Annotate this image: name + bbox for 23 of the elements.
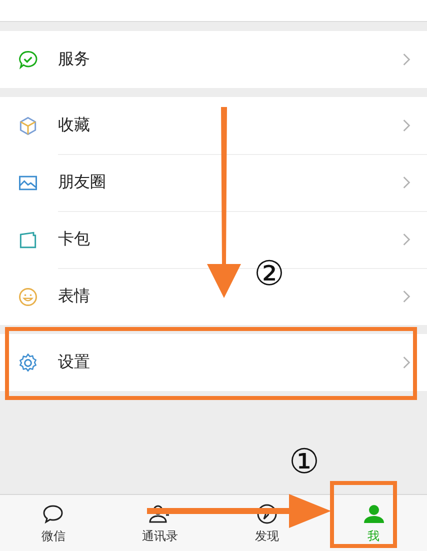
smiley-icon: [17, 286, 39, 308]
menu-item[interactable]: 设置: [0, 334, 427, 391]
speech-check-icon: [17, 48, 39, 70]
chevron-icon: [402, 118, 411, 133]
step-number: ②: [254, 257, 284, 291]
menu-item-label: 设置: [58, 352, 91, 373]
chevron-icon: [402, 52, 411, 67]
menu-item[interactable]: 收藏: [0, 97, 427, 154]
cube-icon: [17, 114, 39, 136]
chevron-icon: [402, 232, 411, 247]
menu-item-label: 服务: [58, 49, 91, 70]
gear-icon: [17, 352, 39, 374]
menu-item-label: 卡包: [58, 229, 91, 250]
chevron-icon: [402, 289, 411, 304]
tab[interactable]: 微信: [0, 495, 107, 551]
menu-item-label: 收藏: [58, 115, 91, 136]
step-number: ①: [289, 445, 320, 479]
menu-item-label: 朋友圈: [58, 172, 107, 193]
chevron-icon: [402, 175, 411, 190]
menu-item-label: 表情: [58, 286, 91, 307]
menu-item[interactable]: 服务: [0, 31, 427, 88]
chevron-icon: [402, 355, 411, 370]
menu-item[interactable]: 朋友圈: [0, 154, 427, 211]
